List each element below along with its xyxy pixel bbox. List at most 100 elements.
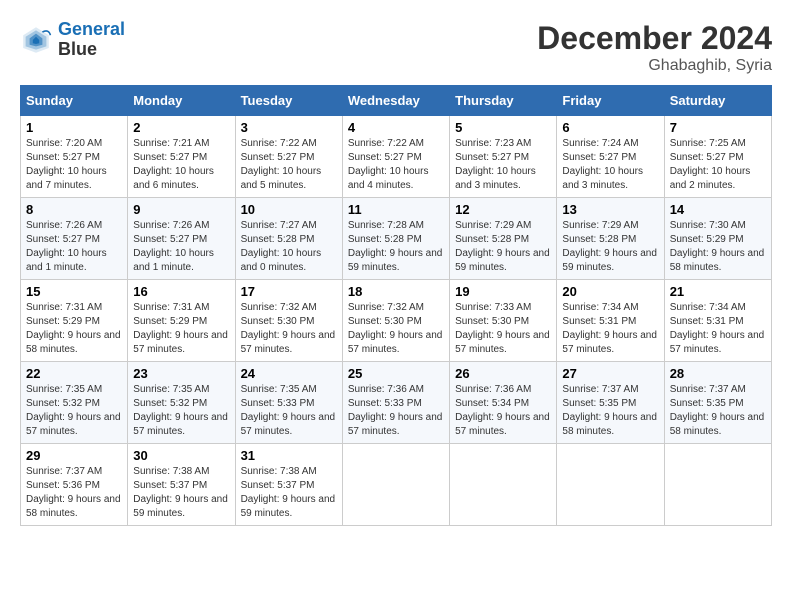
day-number: 18 [348,284,444,299]
day-info: Sunrise: 7:25 AMSunset: 5:27 PMDaylight:… [670,137,766,193]
day-info: Sunrise: 7:37 AMSunset: 5:35 PMDaylight:… [562,383,658,439]
day-cell: 29 Sunrise: 7:37 AMSunset: 5:36 PMDayligh… [21,444,128,526]
day-number: 24 [241,366,337,381]
logo-text: General Blue [58,20,125,60]
day-cell: 8Sunrise: 7:26 AMSunset: 5:27 PMDaylight… [21,198,128,280]
day-cell: 25 Sunrise: 7:36 AMSunset: 5:33 PMDayligh… [342,362,449,444]
day-number: 1 [26,120,122,135]
day-info: Sunrise: 7:35 AMSunset: 5:32 PMDaylight:… [133,383,229,439]
day-number: 15 [26,284,122,299]
day-number: 7 [670,120,766,135]
day-cell: 3 Sunrise: 7:22 AMSunset: 5:27 PMDaylight… [235,116,342,198]
day-cell: 7 Sunrise: 7:25 AMSunset: 5:27 PMDaylight… [664,116,771,198]
day-info: Sunrise: 7:31 AMSunset: 5:29 PMDaylight:… [133,301,229,357]
day-info: Sunrise: 7:27 AMSunset: 5:28 PMDaylight:… [241,219,337,275]
day-cell [557,444,664,526]
day-number: 10 [241,202,337,217]
col-header-thursday: Thursday [450,86,557,116]
col-header-sunday: Sunday [21,86,128,116]
day-cell: 20Sunrise: 7:34 AMSunset: 5:31 PMDayligh… [557,280,664,362]
day-number: 2 [133,120,229,135]
logo-line2: Blue [58,40,125,60]
day-number: 4 [348,120,444,135]
day-number: 25 [348,366,444,381]
day-cell: 1 Sunrise: 7:20 AMSunset: 5:27 PMDaylight… [21,116,128,198]
week-row-2: 8Sunrise: 7:26 AMSunset: 5:27 PMDaylight… [21,198,772,280]
day-info: Sunrise: 7:32 AMSunset: 5:30 PMDaylight:… [241,301,337,357]
day-info: Sunrise: 7:33 AMSunset: 5:30 PMDaylight:… [455,301,551,357]
day-info: Sunrise: 7:37 AMSunset: 5:35 PMDaylight:… [670,383,766,439]
day-cell: 27 Sunrise: 7:37 AMSunset: 5:35 PMDayligh… [557,362,664,444]
day-number: 22 [26,366,122,381]
day-cell: 2 Sunrise: 7:21 AMSunset: 5:27 PMDaylight… [128,116,235,198]
day-cell: 16Sunrise: 7:31 AMSunset: 5:29 PMDayligh… [128,280,235,362]
day-cell [450,444,557,526]
week-row-5: 29 Sunrise: 7:37 AMSunset: 5:36 PMDayligh… [21,444,772,526]
day-number: 13 [562,202,658,217]
day-cell: 12Sunrise: 7:29 AMSunset: 5:28 PMDayligh… [450,198,557,280]
col-header-tuesday: Tuesday [235,86,342,116]
day-cell: 15 Sunrise: 7:31 AMSunset: 5:29 PMDayligh… [21,280,128,362]
day-info: Sunrise: 7:30 AMSunset: 5:29 PMDaylight:… [670,219,766,275]
day-info: Sunrise: 7:38 AMSunset: 5:37 PMDaylight:… [133,465,229,521]
day-cell: 18 Sunrise: 7:32 AMSunset: 5:30 PMDayligh… [342,280,449,362]
day-cell [664,444,771,526]
title-block: December 2024 Ghabaghib, Syria [537,20,772,75]
day-cell: 24 Sunrise: 7:35 AMSunset: 5:33 PMDayligh… [235,362,342,444]
week-row-4: 22 Sunrise: 7:35 AMSunset: 5:32 PMDayligh… [21,362,772,444]
day-cell: 14Sunrise: 7:30 AMSunset: 5:29 PMDayligh… [664,198,771,280]
day-info: Sunrise: 7:32 AMSunset: 5:30 PMDaylight:… [348,301,444,357]
day-cell: 28 Sunrise: 7:37 AMSunset: 5:35 PMDayligh… [664,362,771,444]
day-cell: 9Sunrise: 7:26 AMSunset: 5:27 PMDaylight… [128,198,235,280]
day-info: Sunrise: 7:24 AMSunset: 5:27 PMDaylight:… [562,137,658,193]
day-number: 6 [562,120,658,135]
day-cell: 4 Sunrise: 7:22 AMSunset: 5:27 PMDaylight… [342,116,449,198]
day-cell: 17Sunrise: 7:32 AMSunset: 5:30 PMDayligh… [235,280,342,362]
day-info: Sunrise: 7:34 AMSunset: 5:31 PMDaylight:… [562,301,658,357]
month-title: December 2024 [537,20,772,57]
location-title: Ghabaghib, Syria [537,57,772,75]
day-cell: 5 Sunrise: 7:23 AMSunset: 5:27 PMDaylight… [450,116,557,198]
logo-line1: General [58,19,125,39]
logo: General Blue [20,20,125,60]
day-cell: 31 Sunrise: 7:38 AMSunset: 5:37 PMDayligh… [235,444,342,526]
day-number: 28 [670,366,766,381]
day-cell: 13 Sunrise: 7:29 AMSunset: 5:28 PMDayligh… [557,198,664,280]
day-info: Sunrise: 7:29 AMSunset: 5:28 PMDaylight:… [562,219,658,275]
day-info: Sunrise: 7:22 AMSunset: 5:27 PMDaylight:… [348,137,444,193]
day-info: Sunrise: 7:22 AMSunset: 5:27 PMDaylight:… [241,137,337,193]
day-info: Sunrise: 7:34 AMSunset: 5:31 PMDaylight:… [670,301,766,357]
calendar-table: SundayMondayTuesdayWednesdayThursdayFrid… [20,85,772,526]
col-header-wednesday: Wednesday [342,86,449,116]
day-info: Sunrise: 7:21 AMSunset: 5:27 PMDaylight:… [133,137,229,193]
day-info: Sunrise: 7:35 AMSunset: 5:33 PMDaylight:… [241,383,337,439]
day-number: 21 [670,284,766,299]
day-number: 27 [562,366,658,381]
day-cell: 26Sunrise: 7:36 AMSunset: 5:34 PMDayligh… [450,362,557,444]
day-info: Sunrise: 7:37 AMSunset: 5:36 PMDaylight:… [26,465,122,521]
day-info: Sunrise: 7:31 AMSunset: 5:29 PMDaylight:… [26,301,122,357]
logo-icon [20,24,52,56]
day-cell: 22Sunrise: 7:35 AMSunset: 5:32 PMDayligh… [21,362,128,444]
page-header: General Blue December 2024 Ghabaghib, Sy… [20,20,772,75]
day-info: Sunrise: 7:28 AMSunset: 5:28 PMDaylight:… [348,219,444,275]
day-number: 11 [348,202,444,217]
day-cell: 10 Sunrise: 7:27 AMSunset: 5:28 PMDayligh… [235,198,342,280]
day-number: 5 [455,120,551,135]
week-row-3: 15 Sunrise: 7:31 AMSunset: 5:29 PMDayligh… [21,280,772,362]
col-header-friday: Friday [557,86,664,116]
day-number: 19 [455,284,551,299]
day-cell: 30Sunrise: 7:38 AMSunset: 5:37 PMDayligh… [128,444,235,526]
col-header-monday: Monday [128,86,235,116]
day-number: 29 [26,448,122,463]
day-number: 31 [241,448,337,463]
day-info: Sunrise: 7:38 AMSunset: 5:37 PMDaylight:… [241,465,337,521]
day-info: Sunrise: 7:36 AMSunset: 5:34 PMDaylight:… [455,383,551,439]
day-cell: 6 Sunrise: 7:24 AMSunset: 5:27 PMDaylight… [557,116,664,198]
week-row-1: 1 Sunrise: 7:20 AMSunset: 5:27 PMDaylight… [21,116,772,198]
day-info: Sunrise: 7:36 AMSunset: 5:33 PMDaylight:… [348,383,444,439]
day-number: 3 [241,120,337,135]
day-info: Sunrise: 7:26 AMSunset: 5:27 PMDaylight:… [26,219,122,275]
day-info: Sunrise: 7:23 AMSunset: 5:27 PMDaylight:… [455,137,551,193]
day-info: Sunrise: 7:20 AMSunset: 5:27 PMDaylight:… [26,137,122,193]
